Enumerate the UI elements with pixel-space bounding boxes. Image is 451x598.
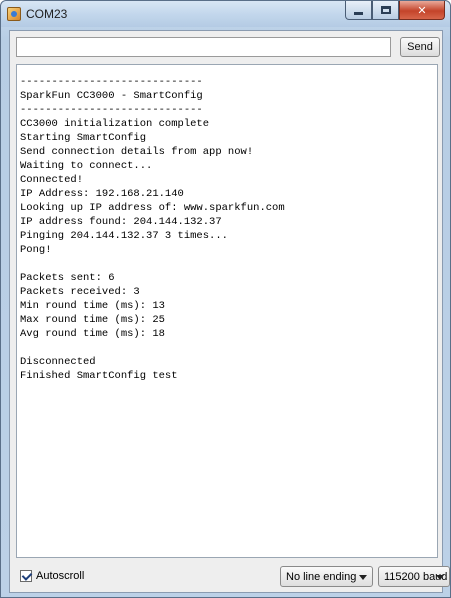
- output-line: -----------------------------: [20, 104, 203, 116]
- output-line: IP address found: 204.144.132.37: [20, 216, 222, 228]
- serial-input[interactable]: [16, 37, 391, 57]
- status-bar: Autoscroll No line ending 115200 baud: [16, 566, 450, 588]
- window-title: COM23: [26, 7, 68, 21]
- output-line: Max round time (ms): 25: [20, 314, 165, 326]
- output-line: Looking up IP address of: www.sparkfun.c…: [20, 202, 285, 214]
- serial-output[interactable]: ----------------------------- SparkFun CC…: [16, 64, 438, 558]
- output-line: SparkFun CC3000 - SmartConfig: [20, 90, 203, 102]
- output-line: Avg round time (ms): 18: [20, 328, 165, 340]
- output-line: Disconnected: [20, 356, 96, 368]
- autoscroll-checkbox[interactable]: [20, 570, 32, 582]
- output-line: -----------------------------: [20, 76, 203, 88]
- chevron-down-icon: [436, 575, 444, 580]
- autoscroll-label: Autoscroll: [36, 570, 85, 582]
- chevron-down-icon: [359, 575, 367, 580]
- output-line: Min round time (ms): 13: [20, 300, 165, 312]
- output-line: Pong!: [20, 244, 52, 256]
- close-button[interactable]: ✕: [399, 1, 445, 20]
- serial-monitor-window: COM23 ✕ Send ---------------------------…: [0, 0, 451, 598]
- output-line: Starting SmartConfig: [20, 132, 147, 144]
- java-app-icon: [7, 7, 21, 21]
- send-row: Send: [16, 37, 440, 57]
- maximize-icon: [380, 6, 391, 14]
- baud-rate-select[interactable]: 115200 baud: [378, 566, 450, 587]
- line-ending-select[interactable]: No line ending: [280, 566, 373, 587]
- output-line: CC3000 initialization complete: [20, 118, 210, 130]
- output-line: Packets received: 3: [20, 286, 140, 298]
- output-lines: ----------------------------- SparkFun CC…: [17, 65, 437, 383]
- output-line: Connected!: [20, 174, 84, 186]
- title-bar[interactable]: COM23 ✕: [1, 1, 450, 27]
- output-line: IP Address: 192.168.21.140: [20, 188, 184, 200]
- output-line: Waiting to connect...: [20, 160, 153, 172]
- output-line: Pinging 204.144.132.37 3 times...: [20, 230, 228, 242]
- output-line: Packets sent: 6: [20, 272, 115, 284]
- maximize-button[interactable]: [372, 1, 399, 20]
- send-button[interactable]: Send: [400, 37, 440, 57]
- minimize-button[interactable]: [345, 1, 372, 20]
- output-line: Finished SmartConfig test: [20, 370, 178, 382]
- autoscroll-toggle[interactable]: Autoscroll: [20, 570, 84, 582]
- window-controls: ✕: [345, 1, 445, 21]
- output-line: Send connection details from app now!: [20, 146, 254, 158]
- minimize-icon: [354, 11, 363, 15]
- close-icon: ✕: [417, 3, 427, 17]
- line-ending-value: No line ending: [286, 570, 357, 583]
- monitor-client-area: Send ----------------------------- SparkF…: [9, 30, 450, 593]
